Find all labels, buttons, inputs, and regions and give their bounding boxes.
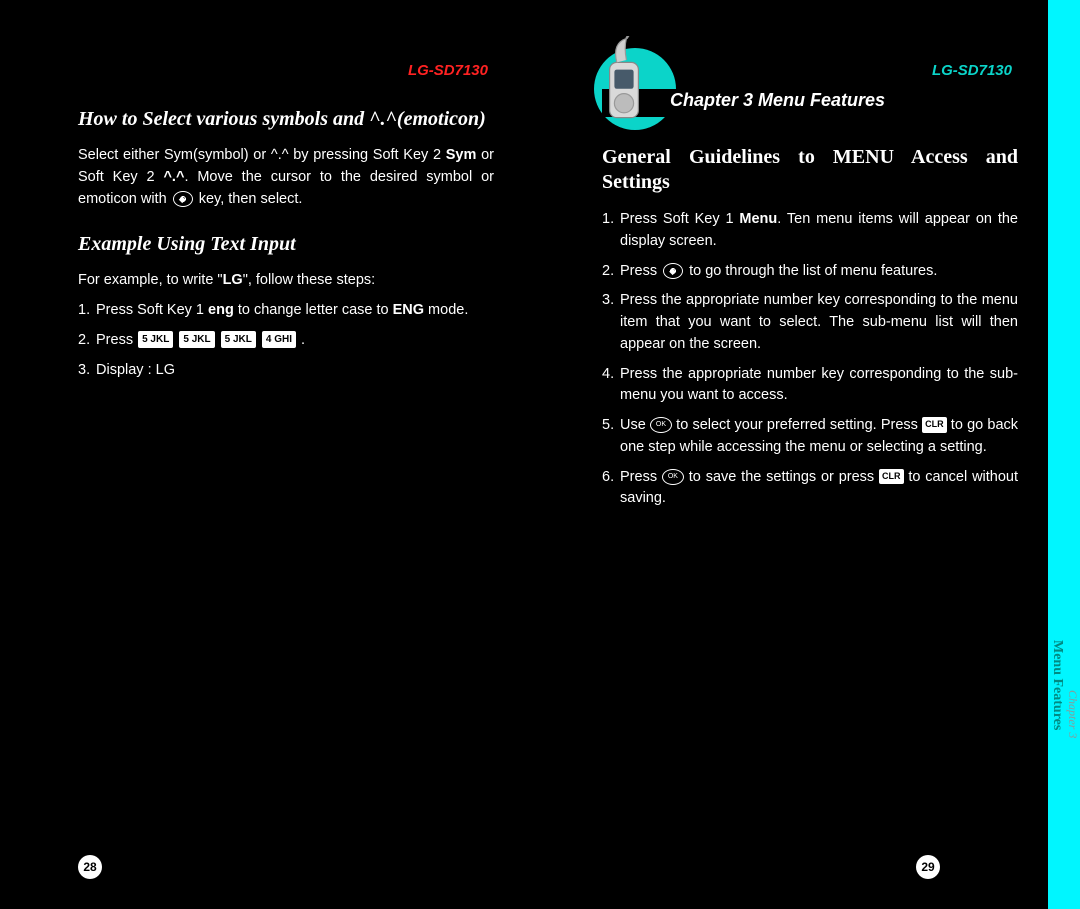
chapter-tab-label: Chapter 3 Menu Features (1049, 640, 1080, 780)
text: Press the appropriate number key corresp… (620, 364, 1018, 408)
page-spread: LG-SD7130 How to Select various symbols … (0, 0, 1080, 909)
text: Press Soft Key 1 (96, 302, 208, 318)
bold-menu: Menu (739, 211, 777, 227)
key-5-icon: 5 JKL (138, 331, 173, 348)
guidelines-list: 1. Press Soft Key 1 Menu. Ten menu items… (602, 209, 1018, 510)
bold-emoticon: ^.^ (163, 169, 184, 185)
flip-phone-icon (600, 36, 648, 132)
device-model-left: LG-SD7130 (78, 62, 494, 79)
text: Press (620, 263, 661, 279)
list-item: 1. Press Soft Key 1 eng to change letter… (78, 300, 494, 322)
page-right: LG-SD7130 General Guidelines to MENU Acc… (524, 0, 1048, 909)
nav-key-icon (173, 191, 193, 207)
tab-chapter-title: Menu Features (1049, 640, 1065, 780)
text: to select your preferred setting. Press (672, 417, 922, 433)
list-item: 5. Use OK to select your preferred setti… (602, 415, 1018, 459)
text: Press the appropriate number key corresp… (620, 290, 1018, 355)
text: to change letter case to (234, 302, 393, 318)
text: to save the settings or press (684, 469, 879, 485)
text: ", follow these steps: (243, 272, 376, 288)
clr-key-icon: CLR (879, 469, 904, 485)
nav-key-icon (663, 263, 683, 279)
tab-chapter-num: Chapter 3 (1065, 690, 1080, 780)
paragraph-symbols: Select either Sym(symbol) or ^.^ by pres… (78, 145, 494, 210)
text: . (301, 332, 305, 348)
text: key, then select. (195, 191, 303, 207)
bold-eng-lower: eng (208, 302, 234, 318)
list-item: 6. Press OK to save the settings or pres… (602, 467, 1018, 511)
page-number-left: 28 (78, 855, 102, 879)
page-left: LG-SD7130 How to Select various symbols … (0, 0, 524, 909)
text: Press (96, 332, 137, 348)
list-item: 3. Press the appropriate number key corr… (602, 290, 1018, 355)
key-5-icon: 5 JKL (179, 331, 214, 348)
example-block: For example, to write "LG", follow these… (78, 270, 494, 381)
text: Select either Sym(symbol) or ^.^ by pres… (78, 147, 446, 163)
text: Press Soft Key 1 (620, 211, 739, 227)
section-heading-example: Example Using Text Input (78, 232, 494, 256)
clr-key-icon: CLR (922, 417, 947, 433)
text: to go through the list of menu features. (685, 263, 937, 279)
ok-key-icon: OK (662, 469, 684, 485)
text: For example, to write " (78, 272, 223, 288)
bold-eng-upper: ENG (393, 302, 424, 318)
chapter-banner-text: Chapter 3 Menu Features (670, 90, 885, 111)
text: Press (620, 469, 662, 485)
section-heading-symbols: How to Select various symbols and ^.^(em… (78, 107, 494, 131)
ok-key-icon: OK (650, 417, 672, 433)
list-item: 2. Press 5 JKL 5 JKL 5 JKL 4 GHI . (78, 330, 494, 352)
list-item: 3. Display : LG (78, 360, 494, 382)
page-number-right: 29 (916, 855, 940, 879)
bold-lg: LG (223, 272, 243, 288)
section-heading-guidelines: General Guidelines to MENU Access and Se… (602, 145, 1018, 195)
list-item: 2. Press to go through the list of menu … (602, 261, 1018, 283)
text: mode. (424, 302, 468, 318)
text: Use (620, 417, 650, 433)
key-5-icon: 5 JKL (221, 331, 256, 348)
key-4-icon: 4 GHI (262, 331, 296, 348)
list-item: 1. Press Soft Key 1 Menu. Ten menu items… (602, 209, 1018, 253)
list-item: 4. Press the appropriate number key corr… (602, 364, 1018, 408)
text: Display : LG (96, 360, 494, 382)
bold-sym: Sym (446, 147, 477, 163)
